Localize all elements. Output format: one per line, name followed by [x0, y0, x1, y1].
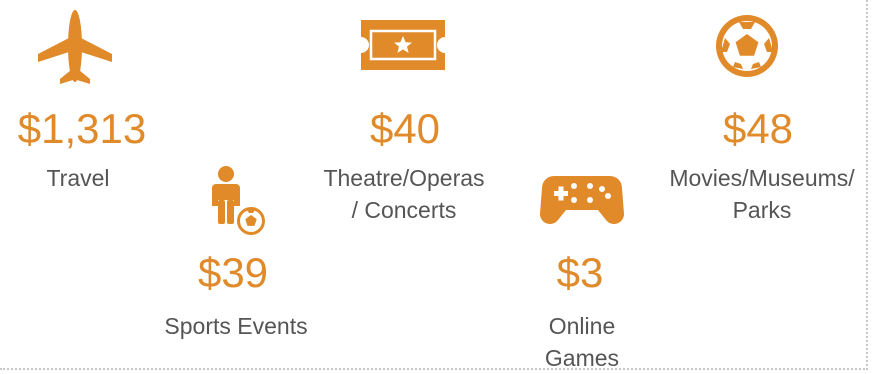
travel-label-line: Travel [46, 165, 110, 191]
movies-amount: $48 [722, 105, 794, 152]
online-games-label-line-2: Games [544, 345, 620, 371]
travel-label: Travel [0, 162, 168, 194]
travel-amount: $1,313 [17, 105, 147, 152]
theatre-label-line-2: / Concerts [351, 197, 457, 223]
child-soccer-icon [212, 166, 267, 237]
sports-amount: $39 [197, 249, 269, 296]
soccer-ball-icon [716, 15, 778, 77]
gamepad-icon [540, 176, 624, 224]
movies-label-line-1: Movies/Museums/ [669, 165, 855, 191]
online-games-label: Online Games [502, 310, 662, 374]
border-bottom [0, 368, 868, 370]
sports-label: Sports Events [116, 310, 356, 342]
theatre-amount: $40 [369, 105, 441, 152]
theatre-label: Theatre/Operas / Concerts [284, 162, 524, 226]
sports-label-line: Sports Events [164, 313, 308, 339]
online-games-amount: $3 [556, 249, 604, 296]
airplane-icon [38, 10, 112, 84]
theatre-label-line-1: Theatre/Operas [323, 165, 485, 191]
online-games-label-line-1: Online [548, 313, 616, 339]
movies-label: Movies/Museums/ Parks [642, 162, 882, 226]
movies-label-line-2: Parks [732, 197, 792, 223]
ticket-icon [361, 20, 445, 70]
